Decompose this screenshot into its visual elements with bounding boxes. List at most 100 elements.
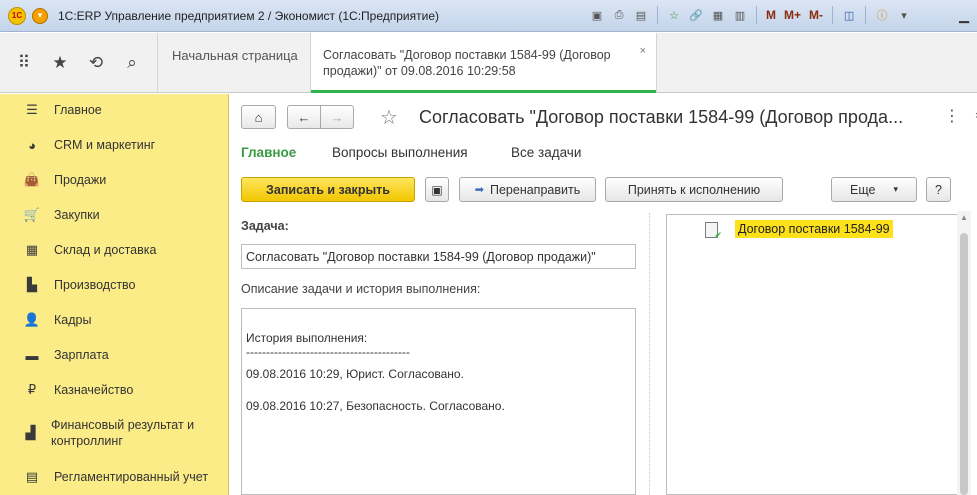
- memory-m-minus-button[interactable]: M-: [807, 6, 825, 24]
- sidebar-item-label: Главное: [54, 103, 102, 117]
- preview-icon[interactable]: ▤: [632, 6, 650, 24]
- factory-icon: ▙: [27, 277, 37, 292]
- money-icon: ▬: [25, 347, 39, 363]
- sidebar-item-purchases[interactable]: 🛒 Закупки: [0, 207, 229, 223]
- toolbar-divider: [832, 6, 834, 24]
- memory-m-plus-button[interactable]: M+: [782, 6, 803, 24]
- favorites-star-icon[interactable]: ★: [50, 53, 70, 73]
- sidebar-item-finance[interactable]: ▟ Финансовый результат и контроллинг: [0, 417, 229, 449]
- sidebar-item-warehouse[interactable]: ▦ Склад и доставка: [0, 242, 229, 258]
- link-icon[interactable]: 🔗: [687, 6, 705, 24]
- history-divider: ----------------------------------------…: [246, 345, 410, 359]
- sidebar-item-label: Закупки: [54, 208, 100, 222]
- sidebar-item-label: Кадры: [54, 313, 92, 327]
- forward-button[interactable]: →: [320, 105, 354, 129]
- sections-sidebar: ☰ Главное ◕ CRM и маркетинг 👜 Продажи 🛒 …: [0, 94, 229, 495]
- sidebar-item-treasury[interactable]: ₽ Казначейство: [0, 382, 229, 398]
- description-label: Описание задачи и история выполнения:: [241, 282, 481, 296]
- tab-approve-contract[interactable]: Согласовать "Договор поставки 1584-99 (Д…: [310, 33, 657, 93]
- chevron-down-icon[interactable]: ▾: [895, 6, 913, 24]
- favorite-icon[interactable]: ☆: [665, 6, 683, 24]
- memory-m-button[interactable]: M: [764, 6, 778, 24]
- quick-actions: ⠿ ★ ⟲ ⌕: [0, 33, 158, 93]
- window-controls: ▁: [951, 0, 977, 32]
- sidebar-item-label: CRM и маркетинг: [54, 138, 156, 152]
- home-icon: ⌂: [254, 109, 263, 125]
- info-icon[interactable]: ⓘ: [873, 6, 891, 24]
- sidebar-item-label: Продажи: [54, 173, 107, 187]
- main-menu-button[interactable]: ▾: [32, 7, 48, 24]
- history-memo[interactable]: История выполнения: --------------------…: [241, 308, 636, 495]
- tab-all-tasks[interactable]: Все задачи: [511, 145, 581, 160]
- menu-icon: ☰: [26, 102, 38, 117]
- sidebar-item-label: Зарплата: [54, 348, 109, 362]
- task-field[interactable]: Согласовать "Договор поставки 1584-99 (Д…: [241, 244, 636, 269]
- window-title: 1С:ERP Управление предприятием 2 / Эконо…: [58, 8, 439, 23]
- sidebar-item-regulated[interactable]: ▤ Регламентированный учет: [0, 469, 229, 485]
- shopping-bag-icon: 👜: [23, 172, 41, 187]
- ledger-icon: ▤: [25, 469, 39, 484]
- splitter[interactable]: [649, 213, 650, 495]
- tab-execution-questions[interactable]: Вопросы выполнения: [332, 145, 468, 160]
- attachments-list: Договор поставки 1584-99: [666, 214, 966, 495]
- scroll-up-icon[interactable]: ▲: [960, 213, 968, 222]
- print-icon[interactable]: ⎙: [610, 6, 628, 24]
- sections-grid-icon[interactable]: ⠿: [14, 53, 34, 73]
- home-button[interactable]: ⌂: [241, 105, 276, 129]
- chart-icon: ▟: [25, 425, 36, 440]
- back-button[interactable]: ←: [287, 105, 321, 129]
- calendar-icon[interactable]: ▦: [709, 6, 727, 24]
- app-logo: 1С: [8, 6, 26, 25]
- more-button[interactable]: Еще ▾: [831, 177, 917, 202]
- minimize-icon[interactable]: ▁: [951, 0, 977, 32]
- chevron-down-icon: ▾: [893, 184, 898, 194]
- calculator-icon[interactable]: ▥: [731, 6, 749, 24]
- window-toolbar: ▣ ⎙ ▤ ☆ 🔗 ▦ ▥ M M+ M- ◫ ⓘ ▾: [588, 6, 913, 24]
- document-approved-icon: [705, 222, 722, 241]
- redirect-label: Перенаправить: [489, 182, 581, 197]
- sidebar-item-crm[interactable]: ◕ CRM и маркетинг: [0, 137, 229, 153]
- favorite-star-icon[interactable]: ☆: [380, 105, 398, 130]
- list-item[interactable]: Договор поставки 1584-99: [667, 219, 965, 241]
- sidebar-item-personnel[interactable]: 👤 Кадры: [0, 312, 229, 328]
- redirect-button[interactable]: ➡ Перенаправить: [459, 177, 596, 202]
- search-icon[interactable]: ⌕: [122, 53, 142, 73]
- help-button[interactable]: ?: [926, 177, 951, 202]
- form-scrollbar[interactable]: ▲: [957, 211, 971, 495]
- scroll-thumb[interactable]: [960, 233, 968, 495]
- tab-home[interactable]: Начальная страница: [158, 33, 310, 93]
- sidebar-item-label: Производство: [54, 278, 136, 292]
- history-icon[interactable]: ⟲: [86, 53, 106, 73]
- arrow-left-icon: ←: [297, 109, 311, 125]
- sidebar-item-production[interactable]: ▙ Производство: [0, 277, 229, 293]
- sidebar-item-label: Регламентированный учет: [54, 470, 209, 484]
- accept-button[interactable]: Принять к исполнению: [605, 177, 783, 202]
- more-label: Еще: [850, 182, 876, 197]
- sidebar-item-main[interactable]: ☰ Главное: [0, 102, 229, 118]
- sidebar-item-label: Финансовый результат и контроллинг: [51, 418, 195, 448]
- warehouse-icon: ▦: [25, 242, 39, 257]
- form-title: Согласовать "Договор поставки 1584-99 (Д…: [419, 107, 904, 127]
- person-icon: 👤: [23, 312, 41, 327]
- save-and-close-button[interactable]: Записать и закрыть: [241, 177, 415, 202]
- history-line: 09.08.2016 10:27, Безопасность. Согласов…: [246, 399, 505, 413]
- sidebar-item-label: Склад и доставка: [54, 243, 157, 257]
- more-actions-icon[interactable]: ⋮: [944, 106, 960, 126]
- floppy-disk-icon: ▣: [431, 182, 443, 197]
- save-icon[interactable]: ▣: [588, 6, 606, 24]
- panel-icon[interactable]: ◫: [840, 6, 858, 24]
- sidebar-item-label: Казначейство: [54, 383, 134, 397]
- pie-chart-icon: ◕: [28, 137, 36, 153]
- close-icon[interactable]: ×: [640, 43, 646, 59]
- toolbar-divider: [756, 6, 757, 24]
- task-label: Задача:: [241, 219, 289, 233]
- window-title-bar: 1С ▾ 1С:ERP Управление предприятием 2 / …: [0, 0, 977, 32]
- save-button[interactable]: ▣: [425, 177, 449, 202]
- tab-label: Согласовать "Договор поставки 1584-99 (Д…: [323, 48, 611, 78]
- arrow-right-icon: →: [330, 109, 344, 125]
- attachment-name[interactable]: Договор поставки 1584-99: [735, 220, 893, 238]
- toolbar-divider: [865, 6, 867, 24]
- tab-main[interactable]: Главное: [241, 145, 296, 160]
- sidebar-item-sales[interactable]: 👜 Продажи: [0, 172, 229, 188]
- sidebar-item-salary[interactable]: ▬ Зарплата: [0, 347, 229, 363]
